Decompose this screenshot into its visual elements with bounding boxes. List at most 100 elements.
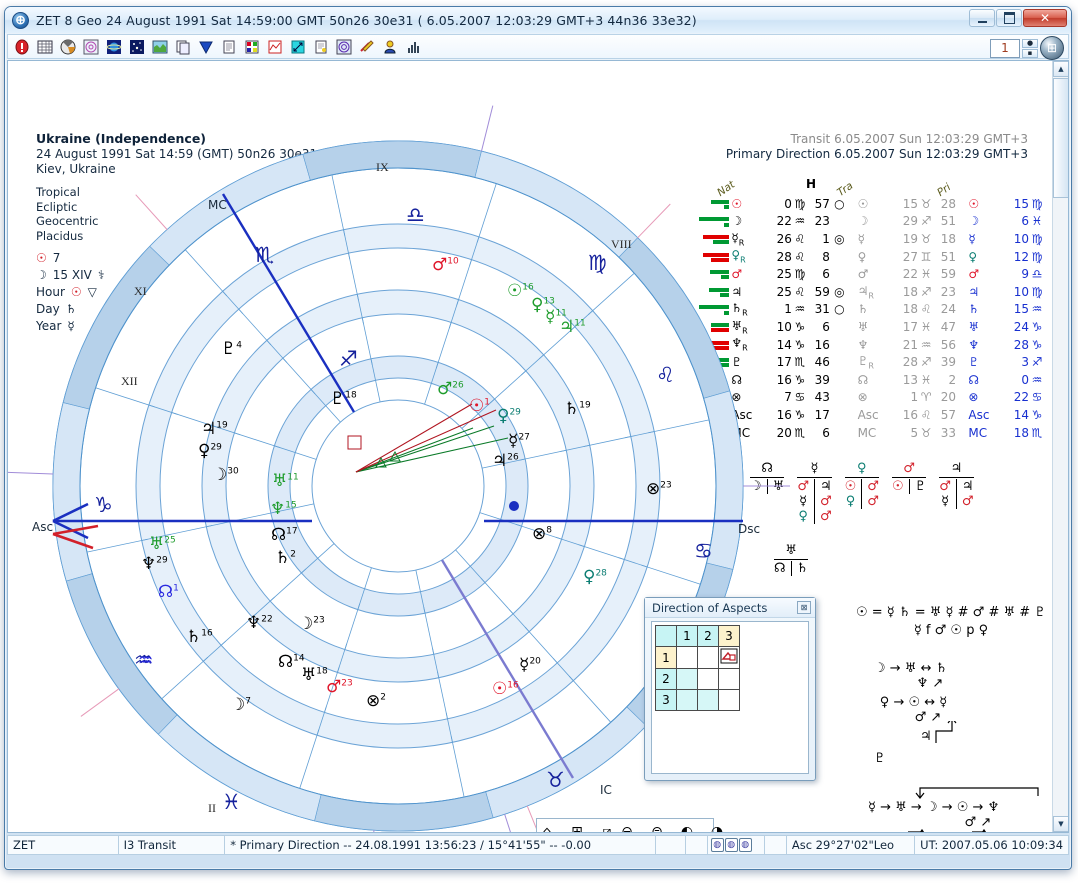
grid-col-header-2[interactable]: 2: [697, 625, 719, 647]
table-row: ♂25♍6♂22♓59♂9♎30: [680, 265, 1068, 283]
wheel-planet: ♃26: [492, 451, 519, 471]
alert-icon[interactable]: [11, 36, 32, 57]
direction-of-aspects-dialog[interactable]: Direction of Aspects ⊠ 123123: [644, 597, 816, 781]
target-icon[interactable]: [333, 36, 354, 57]
grid-cell-empty[interactable]: [697, 646, 719, 669]
grid-cell-disabled[interactable]: [697, 689, 719, 711]
wheel-planet: ♅25: [149, 534, 176, 554]
graph-icon[interactable]: [264, 36, 285, 57]
aspect-shape-icon: ⊞: [571, 824, 583, 833]
wheel-chart-icon[interactable]: [57, 36, 78, 57]
minimize-button[interactable]: [969, 9, 995, 27]
primary-value: 6.05.2007 Sun 12:03:29 GMT+3: [834, 147, 1028, 161]
speed-bar-upper: [711, 199, 730, 204]
table-row: ☽22♒23☽29♐51☽6♓18: [680, 213, 1068, 231]
wheel-planet: ⊗8: [532, 524, 552, 544]
lunar-mansion-icon: ⚕: [97, 268, 105, 282]
nat-planet-glyph: ☿R: [731, 230, 745, 248]
arrows-icon[interactable]: [287, 36, 308, 57]
globe-settings-icon[interactable]: ⊞: [1040, 36, 1064, 60]
tools-icon[interactable]: [356, 36, 377, 57]
pages-icon[interactable]: [172, 36, 193, 57]
zodiac-glyph-pisces: ♓: [222, 790, 241, 814]
close-button[interactable]: ✕: [1023, 9, 1067, 27]
speed-bar-upper: [710, 270, 730, 275]
pri-planet-glyph: ⊗: [968, 390, 979, 405]
dialog-title-bar[interactable]: Direction of Aspects ⊠: [645, 598, 815, 618]
grid-table-icon[interactable]: [34, 36, 55, 57]
sun-icon: ☉: [36, 251, 47, 265]
aspect-count-cell: ⊜2: [647, 825, 667, 833]
grid-cell-empty[interactable]: [718, 668, 740, 690]
wheel-icon-1[interactable]: ◍: [710, 838, 724, 852]
status-spacer-3: [764, 835, 786, 855]
tra-position: 18 ♌ 24: [902, 302, 957, 317]
tra-position: 15 ♉ 28: [902, 196, 957, 211]
column-spacer: [848, 353, 857, 371]
grid-cell-empty[interactable]: [697, 668, 719, 690]
starmap-icon[interactable]: [126, 36, 147, 57]
grid-col-header-1[interactable]: 1: [676, 625, 698, 647]
scroll-up-button[interactable]: ▲: [1053, 61, 1068, 77]
maximize-button[interactable]: [996, 9, 1022, 27]
spinner-down-button[interactable]: ▪: [1022, 48, 1038, 58]
scroll-thumb[interactable]: [1053, 78, 1068, 198]
status-message: * Primary Direction -- 24.08.1991 13:56:…: [224, 835, 656, 855]
person-icon[interactable]: [379, 36, 400, 57]
grid-cell-disabled[interactable]: [676, 689, 698, 711]
grid-cell-disabled[interactable]: [676, 668, 698, 690]
formula-numerator: ☊: [761, 461, 773, 476]
grid-cell-empty[interactable]: [676, 646, 698, 669]
speed-bar-lower: [724, 222, 730, 227]
wheel-planet: ♃19: [201, 419, 228, 439]
wheel-planet: ♃11: [559, 317, 586, 337]
house-marker: [831, 371, 848, 389]
wheel-icon-2[interactable]: ◍: [724, 838, 738, 852]
grid-col-header-3[interactable]: 3: [718, 625, 740, 647]
house-marker: [831, 336, 848, 354]
symbol-row-1: ⌂6 ⊞1 ⧄3: [537, 825, 617, 833]
aspect-formula-groups: ☊ ☽ ♅ ☿ ♂ ☿ ♀ ♃ ♂ ♂ ♀ ☉ ♀ ♂ ♂ ♂ ☉ ♇ ♃ ♂ ☿ ♃ ♂: [750, 461, 974, 524]
planet-globe-icon[interactable]: [103, 36, 124, 57]
scroll-down-button[interactable]: ▼: [1053, 816, 1068, 832]
aspect-wheel-icon[interactable]: [80, 36, 101, 57]
aspect-count-cell: ◐4: [677, 825, 697, 833]
main-toolbar: 1 ● ▪ ⊞: [7, 34, 1069, 60]
page-spinner: 1 ● ▪ ⊞: [990, 36, 1064, 60]
table-row: ⊗7♋43⊗1♈20⊗22♋3: [680, 389, 1068, 407]
grid-row-header-2[interactable]: 2: [655, 668, 677, 690]
status-bar: ZET I3 Transit * Primary Direction -- 24…: [7, 835, 1070, 855]
house-marker: ◎: [834, 231, 845, 246]
wheel-planet: ⊗2: [366, 691, 386, 711]
title-bar[interactable]: 🜨 ZET 8 Geo 24 August 1991 Sat 14:59:00 …: [5, 7, 1071, 33]
notebook-icon[interactable]: [310, 36, 331, 57]
setting-tropical: Tropical: [36, 185, 80, 199]
nat-planet-glyph: MC: [731, 425, 751, 440]
column-spacer: [848, 301, 857, 319]
nat-position: 16 ♑ 39: [776, 372, 830, 387]
dialog-close-icon[interactable]: ⊠: [797, 601, 811, 614]
pri-planet-glyph: ♆: [968, 337, 980, 352]
spinner-up-button[interactable]: ●: [1022, 38, 1038, 48]
spinner-value[interactable]: 1: [990, 38, 1020, 58]
aspect-marker-icon[interactable]: [718, 646, 740, 669]
tra-position: 22 ♓ 59: [902, 267, 957, 282]
zodiac-glyph-aries: ♈: [389, 832, 408, 833]
pointer-flag-icon[interactable]: [195, 36, 216, 57]
grid-row-header-1[interactable]: 1: [655, 646, 677, 669]
grid-corner-cell: [655, 625, 677, 647]
wheel-icon-3[interactable]: ◍: [738, 838, 752, 852]
chart-bars-icon[interactable]: [402, 36, 423, 57]
tra-planet-glyph: ☊: [857, 372, 869, 387]
formula-numerator: ♂: [903, 461, 915, 476]
document-icon[interactable]: [218, 36, 239, 57]
vertical-scrollbar[interactable]: ▲ ▼: [1052, 61, 1068, 832]
aspect-direction-grid[interactable]: 123123: [655, 625, 740, 711]
color-grid-icon[interactable]: [241, 36, 262, 57]
grid-row-header-3[interactable]: 3: [655, 689, 677, 711]
hour-ruler-icon: ☉: [70, 285, 82, 299]
world-map-icon[interactable]: [149, 36, 170, 57]
wheel-planet: ☿27: [508, 431, 530, 451]
grid-cell-empty[interactable]: [718, 689, 740, 711]
chart-settings: Tropical Ecliptic Geocentric Placidus: [36, 185, 317, 243]
